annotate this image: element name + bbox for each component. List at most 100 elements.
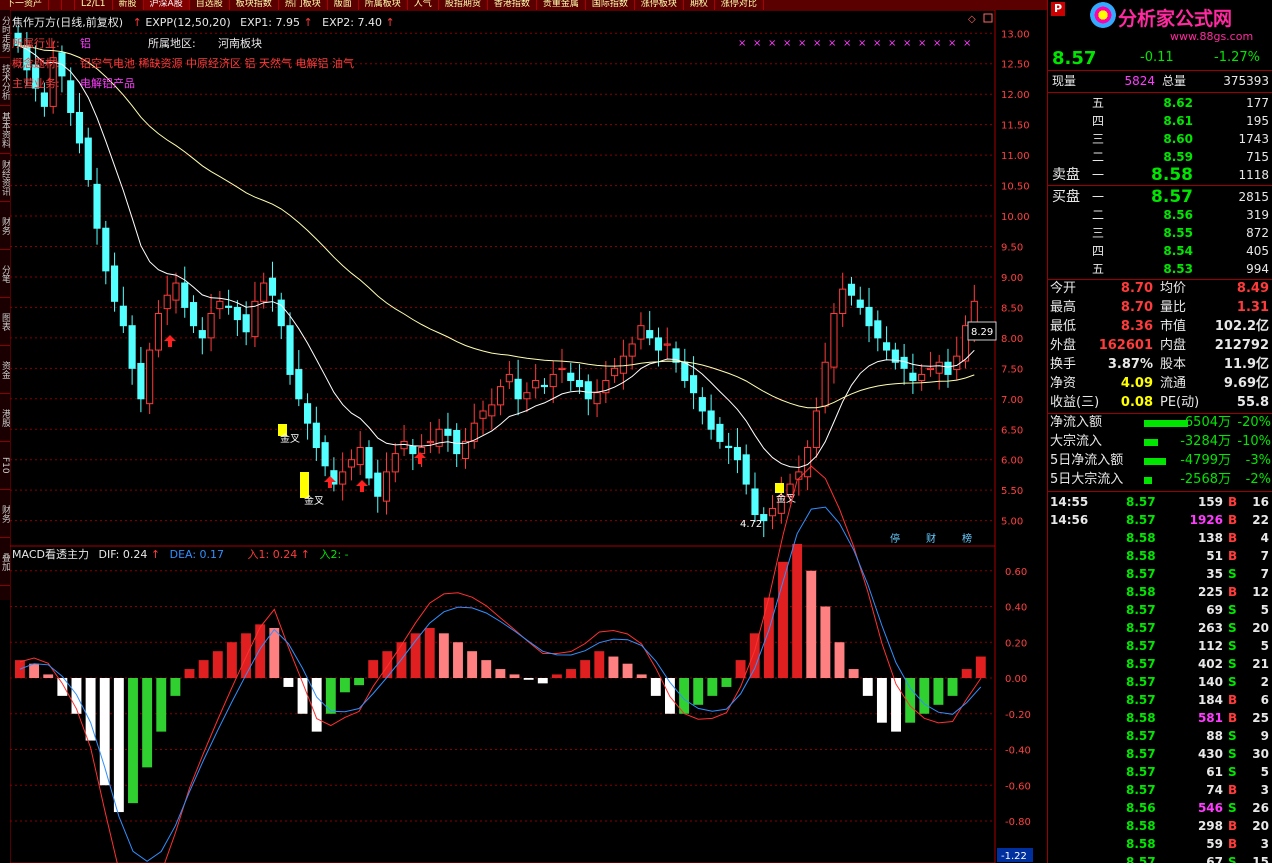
candle-body [514, 378, 522, 400]
tick-price: 8.58 [1126, 531, 1156, 545]
diamond-icon[interactable]: ◇ [968, 14, 976, 25]
sell-level[interactable]: 五 8.62 177 [1048, 94, 1272, 112]
tick-price: 8.57 [1126, 495, 1156, 509]
price-tick: 6.00 [1001, 456, 1023, 467]
maximize-icon[interactable] [983, 13, 993, 23]
candle-body [716, 423, 724, 442]
macd-bar [792, 543, 803, 678]
tick-row[interactable]: 14:56 8.57 1926 B 22 [1048, 511, 1272, 529]
tick-row[interactable]: 8.57 67 S 15 [1048, 853, 1272, 863]
stat-row: 最高 8.70 量比 1.31 [1048, 299, 1272, 317]
top-tab[interactable] [49, 0, 63, 10]
side-tab[interactable]: 分时走势 [0, 10, 10, 58]
tick-row[interactable]: 8.58 138 B 4 [1048, 529, 1272, 547]
chart-bottom-button[interactable]: 财 [926, 532, 936, 545]
top-tab[interactable]: 香港指数 [488, 0, 537, 10]
side-tab[interactable]: 财经资讯 [0, 154, 10, 202]
tick-row[interactable]: 8.57 140 S 2 [1048, 673, 1272, 691]
side-tab[interactable]: 财务 [0, 202, 10, 250]
level-volume: 994 [1246, 262, 1269, 276]
tick-row[interactable]: 8.57 88 S 9 [1048, 727, 1272, 745]
tick-row[interactable]: 8.57 402 S 21 [1048, 655, 1272, 673]
tick-row[interactable]: 8.57 74 B 3 [1048, 781, 1272, 799]
side-tab[interactable]: 技术分析 [0, 58, 10, 106]
tick-volume: 298 [1197, 819, 1223, 833]
tick-volume: 112 [1197, 639, 1223, 653]
top-tab[interactable]: 涨停对比 [715, 0, 764, 10]
top-tab[interactable]: 人气 [408, 0, 439, 10]
top-tab[interactable]: 国际指数 [586, 0, 635, 10]
buy-level[interactable]: 三 8.55 872 [1048, 224, 1272, 242]
side-tab[interactable]: F10 [0, 442, 10, 490]
flow-pct: -3% [1245, 453, 1271, 468]
tick-row[interactable]: 8.57 184 B 6 [1048, 691, 1272, 709]
top-tab[interactable]: 股指期货 [439, 0, 488, 10]
tick-side: S [1228, 801, 1237, 815]
chart-bottom-button[interactable]: 榜 [962, 532, 972, 545]
top-tab[interactable]: 期权 [684, 0, 715, 10]
quote-panel: P 分析家公式网 www.88gs.com 8.57 -0.11 -1.27% … [1047, 0, 1272, 863]
top-tab[interactable]: 热门板块 [279, 0, 328, 10]
side-tab[interactable]: 叠加 [0, 538, 10, 586]
tick-row[interactable]: 8.57 112 S 5 [1048, 637, 1272, 655]
top-tab[interactable] [62, 0, 76, 10]
side-tab[interactable]: 港股 [0, 394, 10, 442]
chart-bottom-button[interactable]: 停 [890, 532, 900, 545]
tick-row[interactable]: 8.58 225 B 12 [1048, 583, 1272, 601]
stat-label: 股本 [1160, 357, 1187, 372]
tick-row[interactable]: 8.58 51 B 7 [1048, 547, 1272, 565]
top-tab[interactable]: 新股 [113, 0, 144, 10]
sell-level[interactable]: 二 8.59 715 [1048, 148, 1272, 166]
side-tab[interactable]: 资金 [0, 346, 10, 394]
top-tab[interactable]: L2/L1 [75, 0, 113, 10]
top-tab[interactable]: 所属板块 [359, 0, 408, 10]
candle-body [944, 361, 952, 375]
sell-label-row: 卖盘 [1048, 166, 1272, 184]
signal-mark: × [888, 38, 896, 49]
buy-level[interactable]: 五 8.53 994 [1048, 260, 1272, 278]
tick-row[interactable]: 8.56 546 S 26 [1048, 799, 1272, 817]
macd-bar [495, 669, 506, 678]
macd-name: MACD看透主力 [12, 548, 89, 561]
signal-mark: × [798, 38, 806, 49]
level-name: 二 [1092, 208, 1105, 222]
tick-row[interactable]: 8.57 430 S 30 [1048, 745, 1272, 763]
tick-row[interactable]: 8.58 59 B 3 [1048, 835, 1272, 853]
tick-count: 9 [1260, 729, 1269, 743]
top-tab[interactable]: 沪深A股 [143, 0, 190, 10]
top-tab[interactable]: 下一资产 [0, 0, 50, 10]
top-tab[interactable]: 板块指数 [230, 0, 279, 10]
side-tab[interactable]: 图表 [0, 298, 10, 346]
stat-row: 换手 3.87% 股本 11.9亿 [1048, 356, 1272, 374]
side-tab[interactable]: 基本资料 [0, 106, 10, 154]
top-tab[interactable]: 版面 [328, 0, 359, 10]
kline-chart: 13.00 12.50 12.00 11.50 11.00 10.50 10.00 9.50 9… [10, 10, 1033, 863]
tick-price: 8.57 [1126, 693, 1156, 707]
sell-level[interactable]: 四 8.61 195 [1048, 112, 1272, 130]
tick-row[interactable]: 8.57 61 S 5 [1048, 763, 1272, 781]
p-icon[interactable]: P [1051, 2, 1065, 16]
candle-body [216, 300, 224, 310]
tick-price: 8.57 [1126, 639, 1156, 653]
tick-row[interactable]: 8.57 35 S 7 [1048, 565, 1272, 583]
top-tab[interactable]: 自选股 [190, 0, 230, 10]
signal-mark: × [738, 38, 746, 49]
sell-level[interactable]: 三 8.60 1743 [1048, 130, 1272, 148]
side-tab[interactable]: 财务 [0, 490, 10, 538]
buy-level[interactable]: 四 8.54 405 [1048, 242, 1272, 260]
top-tab[interactable]: 贵重金属 [537, 0, 586, 10]
buy-level[interactable]: 二 8.56 319 [1048, 206, 1272, 224]
buy-level[interactable]: 一 8.57 2815 [1048, 188, 1272, 206]
tick-count: 4 [1260, 531, 1269, 545]
top-tab-bar: 下一资产 L2/L1 新股 沪深A股 自选股 板块指数 热门板块 版面 所属板块 人气 股指期货 香港… [0, 0, 1047, 10]
tick-row[interactable]: 8.57 263 S 20 [1048, 619, 1272, 637]
tick-row[interactable]: 14:55 8.57 159 B 16 [1048, 493, 1272, 511]
tick-row[interactable]: 8.57 69 S 5 [1048, 601, 1272, 619]
tick-row[interactable]: 8.58 581 B 25 [1048, 709, 1272, 727]
side-tab[interactable]: 分笔 [0, 250, 10, 298]
top-tab[interactable]: 涨停板块 [635, 0, 684, 10]
stat-value: 4.09 [1120, 376, 1153, 391]
tick-row[interactable]: 8.58 298 B 20 [1048, 817, 1272, 835]
level-name: 三 [1092, 226, 1105, 240]
candle-body [584, 381, 592, 400]
